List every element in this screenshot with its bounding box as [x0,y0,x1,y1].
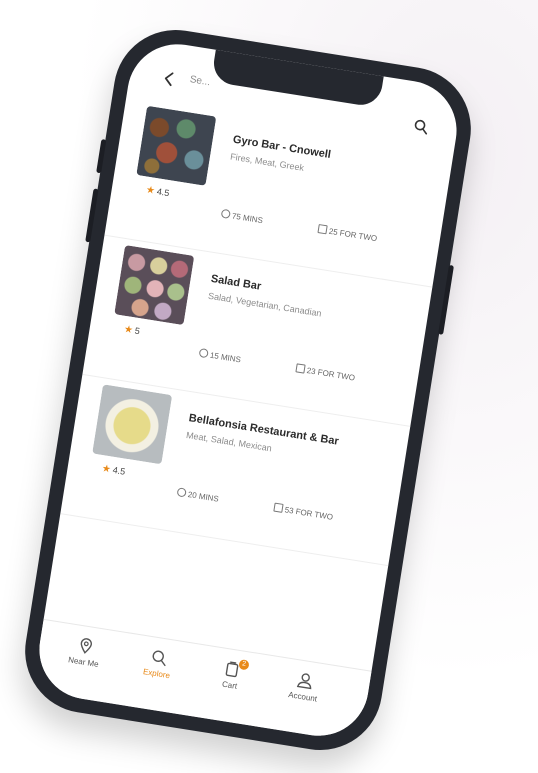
tab-cart[interactable]: 2 Cart [197,655,265,695]
wallet-icon [317,224,328,235]
rating-value: 5 [134,325,141,337]
cost-value: 53 FOR TWO [284,505,334,522]
rating: ★4.5 [145,185,170,200]
delivery-time-value: 20 MINS [187,489,220,504]
rating-value: 4.5 [112,464,126,477]
clock-icon [220,208,231,220]
search-icon[interactable] [412,118,430,136]
tab-explore[interactable]: Explore [124,643,192,683]
tab-label: Account [287,690,318,704]
wallet-icon [273,502,284,513]
cost-for-two: 53 FOR TWO [273,502,334,522]
delivery-time-value: 75 MINS [231,211,264,226]
delivery-time: 20 MINS [176,487,220,504]
tab-near-me[interactable]: Near Me [51,632,119,672]
delivery-time-value: 15 MINS [209,350,242,365]
rating-value: 4.5 [156,186,171,199]
user-icon [296,673,312,690]
star-icon: ★ [101,463,112,476]
cost-value: 23 FOR TWO [306,366,356,383]
restaurant-thumbnail [114,245,195,326]
rating: ★5 [123,324,141,337]
tab-account[interactable]: Account [270,667,338,707]
back-arrow-icon[interactable] [158,67,181,90]
search-icon [152,650,166,667]
star-icon: ★ [123,323,134,337]
cost-for-two: 23 FOR TWO [295,363,356,383]
tab-label: Cart [221,679,238,691]
delivery-time: 15 MINS [198,347,242,365]
star-icon: ★ [145,184,156,197]
rating: ★4.5 [101,463,126,478]
cart-badge: 2 [238,659,250,671]
restaurant-thumbnail [92,384,173,465]
restaurant-thumbnail [136,105,217,186]
location-pin-icon [80,638,92,654]
cost-value: 25 FOR TWO [328,226,378,244]
restaurant-name: Salad Bar [209,272,262,293]
cuisine-tags: Salad, Vegetarian, Canadian [207,290,323,319]
tab-label: Explore [142,667,171,681]
wallet-icon [295,363,306,374]
restaurant-list: ★4.5 Gyro Bar - Cnowell Fires, Meat, Gre… [60,96,455,567]
delivery-time: 75 MINS [220,208,264,226]
cost-for-two: 25 FOR TWO [317,224,378,243]
search-query-text[interactable]: Se... [189,74,211,88]
clock-icon [176,487,187,498]
clock-icon [198,347,209,359]
tab-label: Near Me [67,655,100,669]
